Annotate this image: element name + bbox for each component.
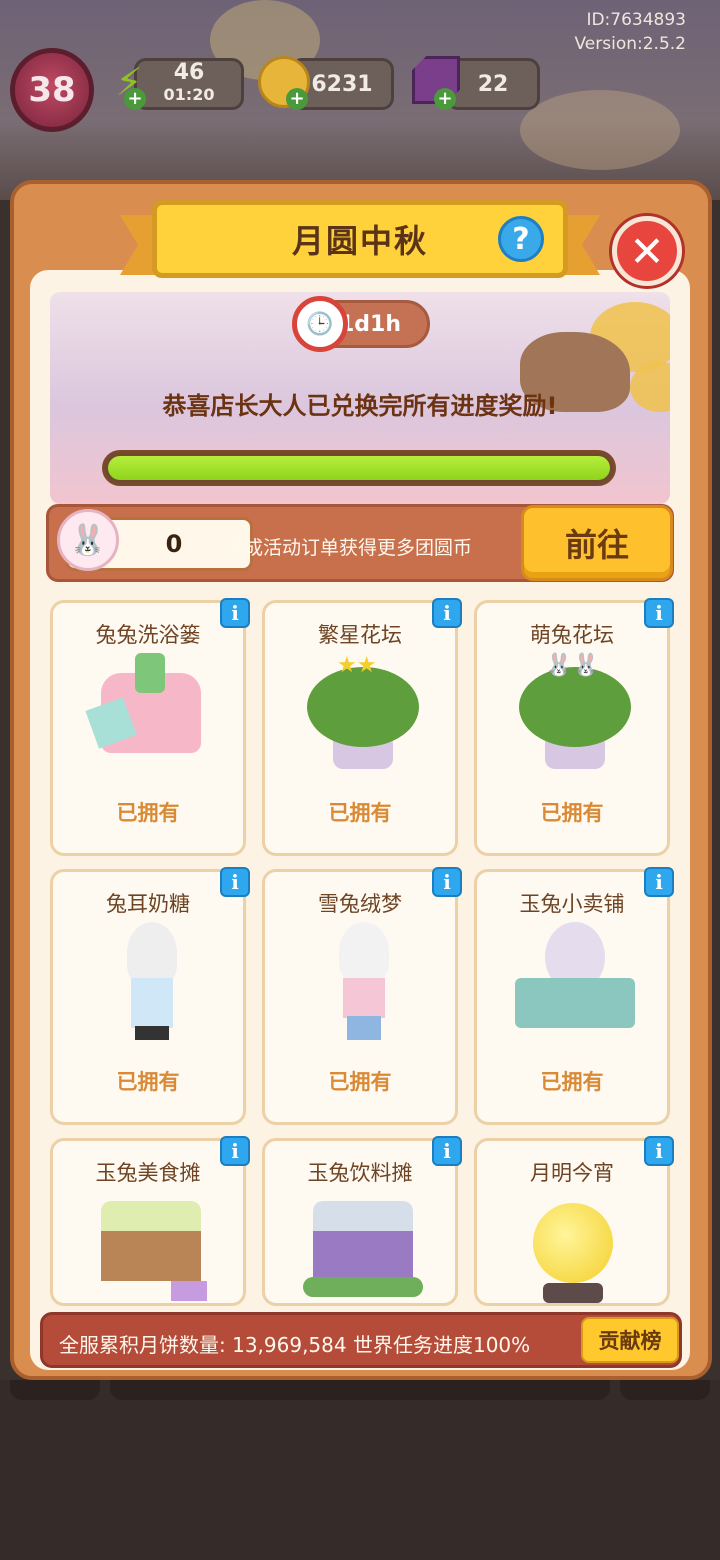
add-gems-icon[interactable]: + bbox=[434, 88, 456, 110]
energy-value: 46 bbox=[173, 60, 205, 85]
close-button[interactable]: ✕ bbox=[612, 216, 682, 286]
reward-status: 已拥有 bbox=[116, 1070, 180, 1094]
reward-name: 玉兔饮料摊 bbox=[307, 1161, 413, 1185]
coin-value: 6231 bbox=[311, 71, 373, 97]
bg-shelf bbox=[110, 1380, 610, 1400]
reward-card[interactable]: 月明今宵 bbox=[474, 1138, 670, 1306]
info-icon[interactable]: i bbox=[220, 598, 250, 628]
reward-card[interactable]: 兔耳奶糖 已拥有 bbox=[50, 869, 246, 1125]
bunny-boy-outfit-art bbox=[303, 922, 423, 1042]
bg-shelf bbox=[10, 1380, 100, 1400]
reward-status: 已拥有 bbox=[540, 1070, 604, 1094]
event-progress-bar bbox=[102, 450, 616, 486]
star-flowerbed-art: ★★ bbox=[303, 653, 423, 773]
event-coin-amount: 0 bbox=[165, 530, 183, 558]
bg-hill bbox=[520, 90, 680, 170]
energy-timer: 01:20 bbox=[163, 85, 215, 104]
help-button[interactable]: ? bbox=[498, 216, 544, 262]
reward-name: 雪兔绒梦 bbox=[318, 892, 402, 916]
add-coins-icon[interactable]: + bbox=[286, 88, 308, 110]
event-currency-bar: 0 🐰 完成活动订单获得更多团圆币 前往 bbox=[46, 504, 674, 582]
reward-status: 已拥有 bbox=[328, 801, 392, 825]
bath-basket-art bbox=[85, 653, 211, 773]
build-info: ID:7634893 Version:2.5.2 bbox=[575, 8, 687, 56]
currency-hint: 完成活动订单获得更多团圆币 bbox=[225, 537, 473, 559]
info-icon[interactable]: i bbox=[644, 1136, 674, 1166]
bunny-girl-outfit-art bbox=[91, 922, 211, 1042]
server-stat-text: 全服累积月饼数量: 13,969,584 世界任务进度100% bbox=[59, 1333, 531, 1357]
reward-name: 玉兔小卖铺 bbox=[519, 892, 625, 916]
reward-card[interactable]: 萌兔花坛 🐰🐰 已拥有 bbox=[474, 600, 670, 856]
question-icon: ? bbox=[512, 221, 530, 257]
event-title: 月圆中秋 bbox=[291, 222, 428, 260]
bunny-flowerbed-art: 🐰🐰 bbox=[515, 653, 635, 773]
reward-card[interactable]: 玉兔美食摊 bbox=[50, 1138, 246, 1306]
event-message: 恭喜店长大人已兑换完所有进度奖励! bbox=[162, 392, 558, 420]
close-icon: ✕ bbox=[629, 226, 665, 276]
contribution-rank-button[interactable]: 贡献榜 bbox=[581, 1317, 679, 1363]
info-icon[interactable]: i bbox=[432, 867, 462, 897]
info-icon[interactable]: i bbox=[432, 1136, 462, 1166]
event-timer-value: 1d1h bbox=[338, 311, 401, 337]
reward-name: 繁星花坛 bbox=[318, 623, 402, 647]
reward-status: 已拥有 bbox=[328, 1070, 392, 1094]
food-stall-art bbox=[91, 1191, 211, 1303]
bunny-shop-art bbox=[515, 922, 635, 1042]
reward-card[interactable]: 玉兔小卖铺 已拥有 bbox=[474, 869, 670, 1125]
event-progress-fill bbox=[108, 456, 610, 480]
reward-card[interactable]: 繁星花坛 ★★ 已拥有 bbox=[262, 600, 458, 856]
reward-card[interactable]: 兔兔洗浴篓 已拥有 bbox=[50, 600, 246, 856]
reward-name: 萌兔花坛 bbox=[530, 623, 614, 647]
player-level-badge[interactable]: 38 bbox=[10, 48, 94, 132]
reward-status: 已拥有 bbox=[116, 801, 180, 825]
reward-name: 兔耳奶糖 bbox=[106, 892, 190, 916]
reward-status: 已拥有 bbox=[540, 801, 604, 825]
server-stat-bar: 全服累积月饼数量: 13,969,584 世界任务进度100% 贡献榜 bbox=[40, 1312, 682, 1368]
add-energy-icon[interactable]: + bbox=[124, 88, 146, 110]
gem-value: 22 bbox=[477, 71, 509, 97]
reward-card[interactable]: 玉兔饮料摊 bbox=[262, 1138, 458, 1306]
rank-button-label: 贡献榜 bbox=[598, 1329, 662, 1353]
info-icon[interactable]: i bbox=[432, 598, 462, 628]
info-icon[interactable]: i bbox=[644, 867, 674, 897]
player-level: 38 bbox=[28, 70, 76, 110]
info-icon[interactable]: i bbox=[220, 1136, 250, 1166]
full-moon-art bbox=[515, 1191, 635, 1303]
drink-stall-art bbox=[303, 1191, 423, 1303]
reward-name: 兔兔洗浴篓 bbox=[95, 623, 201, 647]
bg-shelf bbox=[620, 1380, 710, 1400]
reward-card[interactable]: 雪兔绒梦 已拥有 bbox=[262, 869, 458, 1125]
go-button-label: 前往 bbox=[564, 526, 629, 564]
version-text: Version:2.5.2 bbox=[574, 34, 687, 54]
background-floor bbox=[0, 1380, 720, 1560]
event-hero-banner: 1d1h 🕒 恭喜店长大人已兑换完所有进度奖励! bbox=[50, 292, 670, 504]
info-icon[interactable]: i bbox=[644, 598, 674, 628]
reward-name: 月明今宵 bbox=[530, 1161, 614, 1185]
clock-icon: 🕒 bbox=[292, 296, 348, 352]
info-icon[interactable]: i bbox=[220, 867, 250, 897]
go-button[interactable]: 前往 bbox=[521, 505, 673, 581]
bunny-coin-icon: 🐰 bbox=[57, 509, 119, 571]
player-id: ID:7634893 bbox=[586, 10, 686, 30]
gem-counter[interactable]: 22 bbox=[446, 58, 540, 110]
reward-name: 玉兔美食摊 bbox=[95, 1161, 201, 1185]
